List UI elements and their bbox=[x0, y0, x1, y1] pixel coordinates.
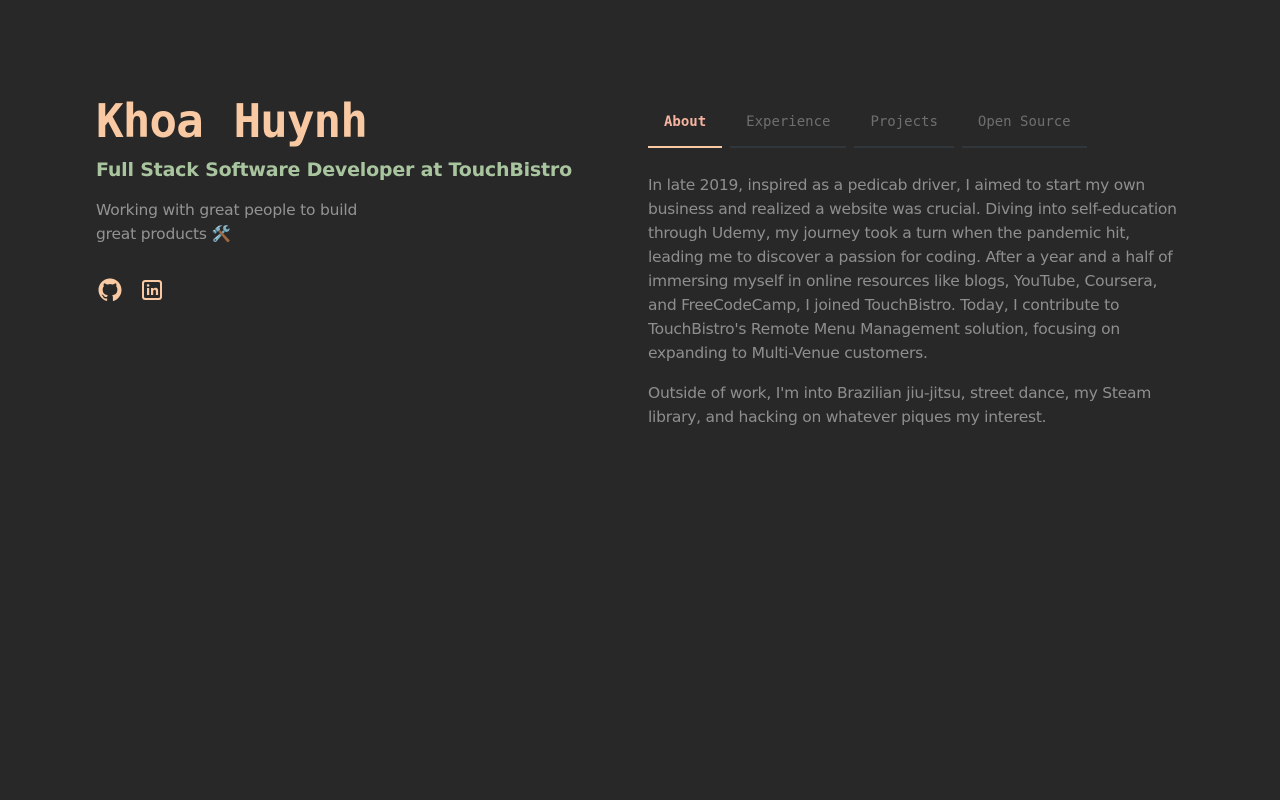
linkedin-icon bbox=[142, 280, 162, 300]
linkedin-link[interactable] bbox=[140, 278, 164, 302]
about-paragraph: Outside of work, I'm into Brazilian jiu-… bbox=[648, 384, 1152, 426]
profile-role: Full Stack Software Developer at TouchBi… bbox=[96, 159, 572, 181]
tab-projects[interactable]: Projects bbox=[854, 98, 954, 148]
github-icon bbox=[98, 278, 122, 302]
github-link[interactable] bbox=[98, 278, 122, 302]
tab-about[interactable]: About bbox=[648, 98, 723, 148]
profile-panel: Khoa Huynh Full Stack Software Developer… bbox=[96, 92, 572, 302]
content-panel: About Experience Projects Open Source In… bbox=[648, 98, 1188, 429]
about-content: In late 2019, inspired as a pedicab driv… bbox=[648, 173, 1188, 429]
about-paragraph: In late 2019, inspired as a pedicab driv… bbox=[648, 176, 1177, 362]
profile-name: Khoa Huynh bbox=[96, 94, 368, 148]
profile-tagline: Working with great people to build great… bbox=[96, 201, 358, 243]
tab-experience[interactable]: Experience bbox=[730, 98, 847, 148]
social-links bbox=[98, 278, 536, 302]
tab-open-source[interactable]: Open Source bbox=[961, 98, 1087, 148]
tab-bar: About Experience Projects Open Source bbox=[648, 98, 1188, 148]
